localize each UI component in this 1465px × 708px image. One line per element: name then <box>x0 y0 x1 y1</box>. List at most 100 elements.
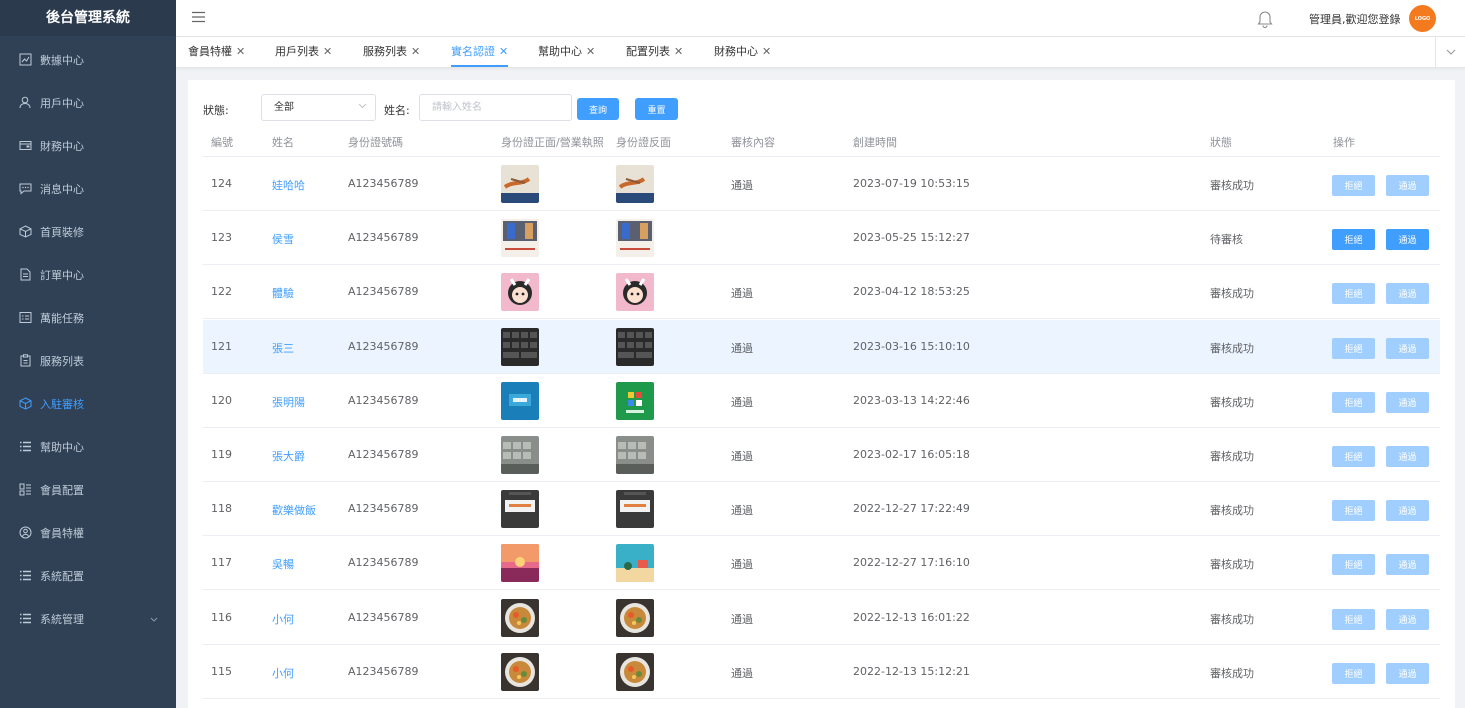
id-back-image[interactable] <box>616 273 654 312</box>
sidebar-item-10[interactable]: 幫助中心 <box>0 425 176 468</box>
tab-4[interactable]: 實名認證 ✕ <box>451 37 509 67</box>
cell-name-link[interactable]: 張大爵 <box>272 448 305 464</box>
sidebar-item-8[interactable]: 服務列表 <box>0 339 176 382</box>
id-back-image[interactable] <box>616 544 654 583</box>
cell-name-link[interactable]: 侯雪 <box>272 231 294 247</box>
reject-button[interactable]: 拒絕 <box>1332 500 1375 522</box>
sidebar-item-1[interactable]: 數據中心 <box>0 38 176 81</box>
approve-button[interactable]: 通過 <box>1386 229 1429 251</box>
tab-1[interactable]: 會員特權 ✕ <box>188 37 245 67</box>
tab-2[interactable]: 用戶列表 ✕ <box>275 37 332 67</box>
id-back-image[interactable] <box>616 652 654 691</box>
approve-button[interactable]: 通過 <box>1386 662 1429 684</box>
sidebar-item-12[interactable]: 會員特權 <box>0 511 176 554</box>
reject-button[interactable]: 拒絕 <box>1332 229 1375 251</box>
cell-id-number: A123456789 <box>348 610 419 624</box>
bell-icon[interactable] <box>1256 9 1274 31</box>
avatar[interactable]: LOGO <box>1409 5 1436 32</box>
column-header: 狀態 <box>1210 136 1232 149</box>
cell-name-link[interactable]: 歡樂做飯 <box>272 502 316 518</box>
id-back-image[interactable] <box>616 436 654 474</box>
cell-name-link[interactable]: 小何 <box>272 611 294 627</box>
id-back-image[interactable] <box>616 490 654 529</box>
tab-3[interactable]: 服務列表 ✕ <box>363 37 420 67</box>
reject-button[interactable]: 拒絕 <box>1332 391 1375 413</box>
sidebar-item-14[interactable]: 系統管理 <box>0 597 176 640</box>
id-front-image[interactable] <box>501 436 539 474</box>
cell-id-number: A123456789 <box>348 393 419 407</box>
id-front-image[interactable] <box>501 165 539 203</box>
approve-button[interactable]: 通過 <box>1386 554 1429 576</box>
reject-button[interactable]: 拒絕 <box>1332 608 1375 630</box>
reject-button[interactable]: 拒絕 <box>1332 662 1375 684</box>
sidebar-item-3[interactable]: 財務中心 <box>0 124 176 167</box>
close-icon[interactable]: ✕ <box>674 45 683 58</box>
approve-button[interactable]: 通過 <box>1386 337 1429 359</box>
approve-button[interactable]: 通過 <box>1386 283 1429 305</box>
close-icon[interactable]: ✕ <box>586 45 595 58</box>
close-icon[interactable]: ✕ <box>499 45 508 58</box>
id-back-image[interactable] <box>616 219 654 258</box>
reset-button[interactable]: 重置 <box>635 98 678 120</box>
sidebar-item-9[interactable]: 入駐審核 <box>0 382 176 425</box>
id-front-image[interactable] <box>501 219 539 258</box>
document-icon <box>18 268 32 282</box>
status-select[interactable]: 全部 <box>261 94 376 121</box>
id-back-image[interactable] <box>616 598 654 637</box>
sidebar-item-2[interactable]: 用戶中心 <box>0 81 176 124</box>
id-front-image[interactable] <box>501 652 539 691</box>
cell-name-link[interactable]: 娃哈哈 <box>272 177 305 193</box>
cell-status: 審核成功 <box>1210 287 1254 301</box>
sidebar-item-13[interactable]: 系統配置 <box>0 554 176 597</box>
cell-status: 審核成功 <box>1210 558 1254 572</box>
cell-name-link[interactable]: 張明陽 <box>272 394 305 410</box>
reject-button[interactable]: 拒絕 <box>1332 337 1375 359</box>
table-row: 119 張大爵 A123456789 通過 2023-02-17 16:05:18 審核成… <box>203 428 1440 482</box>
tab-5[interactable]: 幫助中心 ✕ <box>538 37 595 67</box>
sidebar-item-7[interactable]: 萬能任務 <box>0 296 176 339</box>
id-front-image[interactable] <box>501 490 539 529</box>
id-front-image[interactable] <box>501 327 539 366</box>
grid-icon <box>18 483 32 497</box>
id-front-image[interactable] <box>501 544 539 583</box>
sidebar-item-5[interactable]: 首頁裝修 <box>0 210 176 253</box>
cell-review-content: 通過 <box>731 666 753 680</box>
approve-button[interactable]: 通過 <box>1386 608 1429 630</box>
reject-button[interactable]: 拒絕 <box>1332 175 1375 196</box>
cell-name-link[interactable]: 體驗 <box>272 285 294 301</box>
name-input[interactable] <box>419 94 572 121</box>
reject-button[interactable]: 拒絕 <box>1332 283 1375 305</box>
tab-7[interactable]: 財務中心 ✕ <box>714 37 771 67</box>
sidebar-item-11[interactable]: 會員配置 <box>0 468 176 511</box>
close-icon[interactable]: ✕ <box>236 45 245 58</box>
chevron-down-icon <box>150 612 158 625</box>
approve-button[interactable]: 通過 <box>1386 446 1429 467</box>
cell-name-link[interactable]: 小何 <box>272 665 294 681</box>
sidebar-item-6[interactable]: 訂單中心 <box>0 253 176 296</box>
id-back-image[interactable] <box>616 165 654 203</box>
reject-button[interactable]: 拒絕 <box>1332 446 1375 467</box>
cell-name-link[interactable]: 吳暢 <box>272 556 294 572</box>
approve-button[interactable]: 通過 <box>1386 500 1429 522</box>
id-back-image[interactable] <box>616 381 654 420</box>
approve-button[interactable]: 通過 <box>1386 175 1429 196</box>
tab-label: 用戶列表 <box>275 45 319 58</box>
close-icon[interactable]: ✕ <box>762 45 771 58</box>
sidebar-item-4[interactable]: 消息中心 <box>0 167 176 210</box>
cell-name-link[interactable]: 張三 <box>272 340 294 356</box>
column-header: 身份證正面/營業執照 <box>501 136 604 149</box>
column-header: 編號 <box>211 136 233 149</box>
tab-6[interactable]: 配置列表 ✕ <box>626 37 683 67</box>
hamburger-icon[interactable] <box>192 11 205 26</box>
close-icon[interactable]: ✕ <box>411 45 420 58</box>
tabs-dropdown-button[interactable] <box>1435 37 1465 67</box>
reject-button[interactable]: 拒絕 <box>1332 554 1375 576</box>
wallet-icon <box>18 139 32 153</box>
id-front-image[interactable] <box>501 381 539 420</box>
close-icon[interactable]: ✕ <box>323 45 332 58</box>
query-button[interactable]: 查詢 <box>577 98 619 120</box>
id-front-image[interactable] <box>501 598 539 637</box>
id-back-image[interactable] <box>616 327 654 366</box>
approve-button[interactable]: 通過 <box>1386 391 1429 413</box>
id-front-image[interactable] <box>501 273 539 312</box>
